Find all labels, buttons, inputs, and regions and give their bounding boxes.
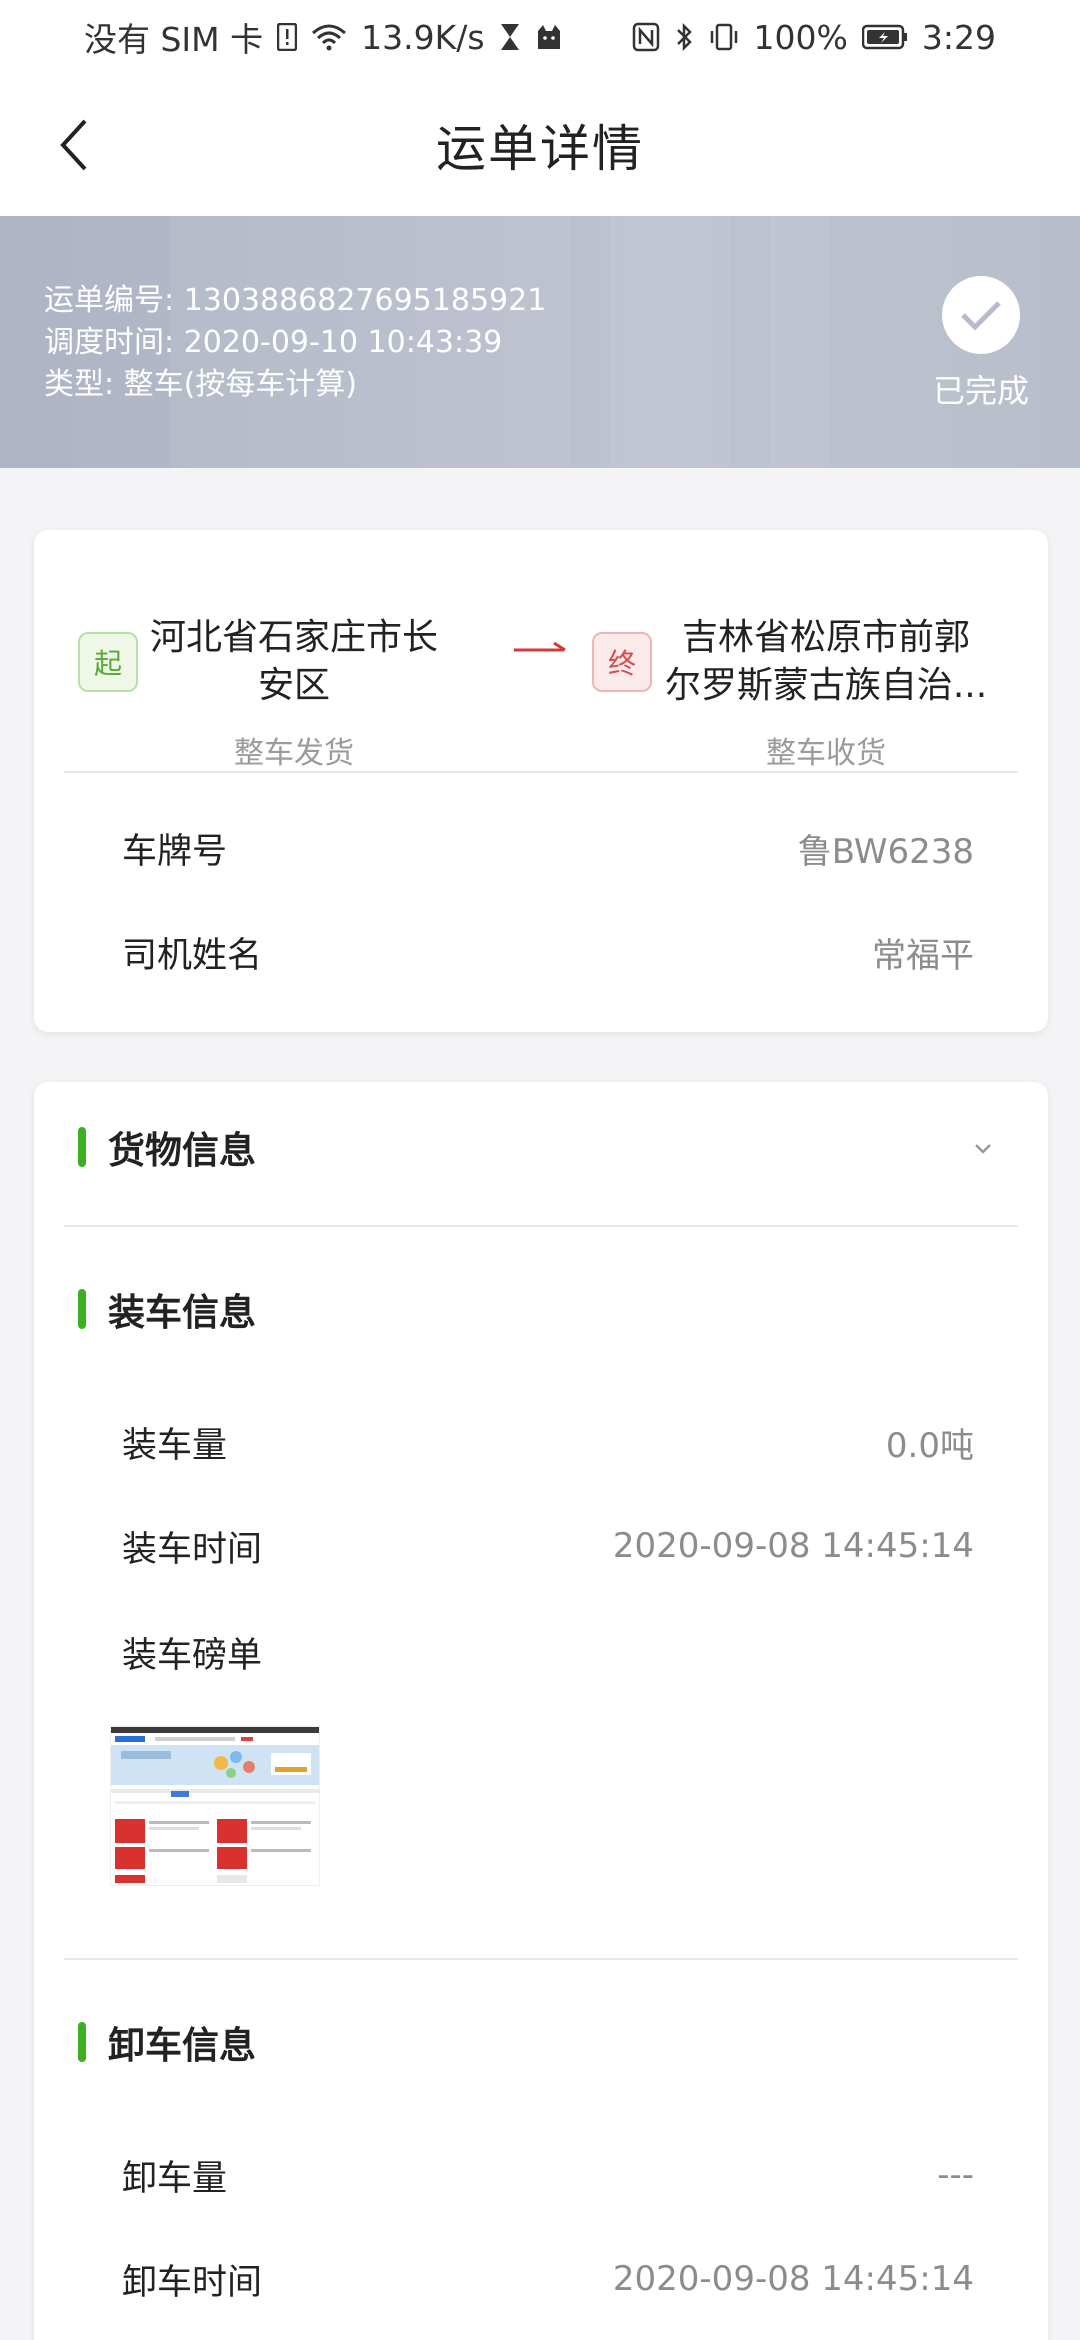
- weighbill-image: [111, 1727, 319, 1885]
- cat-icon: [535, 23, 563, 51]
- sim-alert-icon: [277, 23, 298, 51]
- plate-value: 鲁BW6238: [797, 831, 974, 872]
- origin-type: 整车发货: [234, 736, 354, 771]
- net-speed-text: 13.9K/s: [361, 17, 485, 57]
- divider: [64, 1225, 1018, 1227]
- hourglass-icon: [499, 22, 521, 52]
- banner-decoration: [770, 216, 830, 468]
- driver-value: 常福平: [872, 935, 974, 976]
- unloading-qty-row: 卸车量 ---: [122, 2145, 974, 2205]
- unloading-time-label: 卸车时间: [122, 2262, 263, 2303]
- waybill-type: 类型: 整车(按每车计算): [44, 367, 358, 402]
- battery-icon: [861, 24, 908, 50]
- loading-qty-label: 装车量: [122, 1425, 228, 1466]
- waybill-number: 运单编号: 1303886827695185921: [44, 283, 547, 318]
- destination-place: 吉林省松原市前郭 尔罗斯蒙古族自治...: [656, 614, 996, 710]
- details-card: 货物信息 装车信息 装车量 0.0吨 装车时间 2020-09-08 14:45…: [34, 1082, 1048, 2340]
- battery-percent: 100%: [753, 17, 848, 57]
- vibrate-icon: [708, 22, 740, 52]
- check-circle: [942, 276, 1020, 354]
- origin-line-1: 河北省石家庄市长: [149, 617, 438, 658]
- unloading-section-title: 卸车信息: [108, 2024, 256, 2067]
- back-button[interactable]: [40, 110, 110, 180]
- banner-decoration: [610, 216, 730, 468]
- start-badge: 起: [78, 632, 138, 692]
- carrier-text: 没有 SIM 卡: [84, 20, 264, 59]
- section-marker: [78, 2022, 86, 2062]
- loading-section-header: 装车信息: [78, 1284, 256, 1334]
- status-label: 已完成: [932, 372, 1029, 410]
- navigation-bar: 运单详情: [0, 74, 1080, 216]
- loading-qty-row: 装车量 0.0吨: [122, 1412, 974, 1472]
- wifi-icon: [311, 23, 347, 51]
- dispatch-time: 调度时间: 2020-09-10 10:43:39: [44, 325, 503, 360]
- route-arrow-icon: [514, 641, 566, 652]
- plate-label: 车牌号: [122, 831, 228, 872]
- waybill-info: 运单编号: 1303886827695185921 调度时间: 2020-09-…: [44, 280, 546, 406]
- destination-type: 整车收货: [766, 736, 886, 771]
- cargo-section-title: 货物信息: [108, 1129, 256, 1172]
- loading-time-label: 装车时间: [122, 1529, 263, 1570]
- end-badge: 终: [592, 632, 652, 692]
- bluetooth-icon: [674, 22, 694, 52]
- unloading-section-header: 卸车信息: [78, 2017, 256, 2067]
- waybill-status-banner: 运单编号: 1303886827695185921 调度时间: 2020-09-…: [0, 216, 1080, 468]
- weighbill-label: 装车磅单: [122, 1635, 263, 1676]
- status-bar: 没有 SIM 卡 13.9K/s 100% 3:29: [0, 0, 1080, 74]
- clock-text: 3:29: [921, 17, 996, 57]
- chevron-down-icon[interactable]: [968, 1134, 998, 1164]
- origin-line-2: 安区: [257, 665, 330, 706]
- unloading-qty-value: ---: [937, 2155, 974, 2195]
- page-title: 运单详情: [436, 120, 644, 178]
- status-left: 没有 SIM 卡 13.9K/s: [84, 13, 563, 61]
- status-completed: 已完成: [926, 276, 1036, 412]
- driver-row: 司机姓名 常福平: [122, 922, 974, 982]
- cargo-section-header[interactable]: 货物信息: [78, 1122, 256, 1172]
- loading-time-value: 2020-09-08 14:45:14: [612, 1526, 974, 1566]
- driver-label: 司机姓名: [122, 935, 263, 976]
- unloading-time-value: 2020-09-08 14:45:14: [612, 2259, 974, 2299]
- status-right: 100% 3:29: [632, 18, 996, 57]
- plate-row: 车牌号 鲁BW6238: [122, 818, 974, 878]
- destination-line-1: 吉林省松原市前郭: [681, 617, 970, 658]
- route-row: 起 河北省石家庄市长 安区 整车发货 终 吉林省松原市前郭 尔罗斯蒙古族自治..…: [34, 580, 1048, 771]
- loading-section-title: 装车信息: [108, 1291, 256, 1334]
- section-marker: [78, 1127, 86, 1167]
- weighbill-row: 装车磅单: [122, 1622, 974, 1682]
- weighbill-thumbnail[interactable]: [110, 1726, 320, 1886]
- route-card: 起 河北省石家庄市长 安区 整车发货 终 吉林省松原市前郭 尔罗斯蒙古族自治..…: [34, 530, 1048, 1032]
- divider: [64, 771, 1018, 773]
- unloading-time-row: 卸车时间 2020-09-08 14:45:14: [122, 2249, 974, 2309]
- check-icon: [961, 301, 1001, 331]
- loading-time-row: 装车时间 2020-09-08 14:45:14: [122, 1516, 974, 1576]
- origin-place: 河北省石家庄市长 安区: [144, 614, 444, 710]
- unloading-qty-label: 卸车量: [122, 2158, 228, 2199]
- divider: [64, 1958, 1018, 1960]
- destination-line-2: 尔罗斯蒙古族自治...: [664, 665, 988, 706]
- chevron-left-icon: [60, 119, 87, 171]
- loading-qty-value: 0.0吨: [885, 1425, 974, 1466]
- nfc-icon: [632, 22, 660, 52]
- section-marker: [78, 1289, 86, 1329]
